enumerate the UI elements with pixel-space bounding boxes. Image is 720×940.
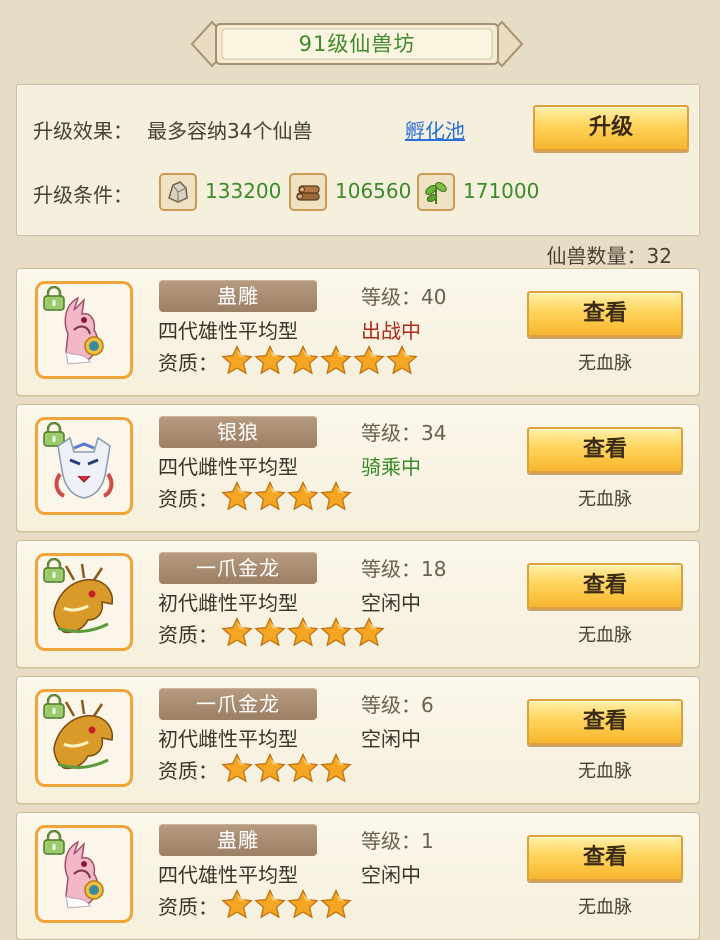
view-button[interactable]: 查看: [527, 699, 683, 745]
star-icon: [221, 617, 253, 647]
star-icon: [320, 889, 352, 919]
dragon-icon: [53, 563, 114, 634]
pet-bloodline: 无血脉: [578, 761, 632, 782]
ore-icon: [159, 173, 197, 211]
herb-amount: 171000: [463, 179, 540, 203]
pet-bloodline: 无血脉: [578, 897, 632, 918]
dragon-icon: [53, 699, 114, 770]
pet-avatar[interactable]: [35, 825, 133, 923]
pet-bloodline: 无血脉: [578, 489, 632, 510]
view-button[interactable]: 查看: [527, 427, 683, 473]
view-button[interactable]: 查看: [527, 835, 683, 881]
pet-level: 等级：34: [361, 421, 447, 445]
pet-avatar[interactable]: [35, 553, 133, 651]
star-icon: [254, 345, 286, 375]
star-icon: [353, 617, 385, 647]
pet-name: 一爪金龙: [159, 688, 317, 720]
pet-level: 等级：1: [361, 829, 434, 853]
pet-status: 骑乘中: [361, 455, 421, 479]
star-icon: [221, 345, 253, 375]
pet-card: 一爪金龙 初代雌性平均型 资质： 等级：6 空闲中 查看 无血脉: [16, 676, 700, 804]
star-icon: [287, 345, 319, 375]
upgrade-effect-value: 最多容纳34个仙兽: [147, 119, 313, 143]
pet-status: 空闲中: [361, 863, 421, 887]
pet-grade-label: 资质：: [158, 759, 218, 783]
pet-bloodline: 无血脉: [578, 625, 632, 646]
star-icon: [221, 481, 253, 511]
pet-card: 银狼 四代雌性平均型 资质： 等级：34 骑乘中 查看 无血脉: [16, 404, 700, 532]
pet-count: 仙兽数量：32: [546, 244, 672, 268]
pet-grade-label: 资质：: [158, 487, 218, 511]
pet-status: 空闲中: [361, 591, 421, 615]
star-icon: [320, 481, 352, 511]
pet-level: 等级：18: [361, 557, 447, 581]
star-icon: [254, 481, 286, 511]
pet-name: 一爪金龙: [159, 552, 317, 584]
star-icon: [386, 345, 418, 375]
pet-level: 等级：6: [361, 693, 434, 717]
eagle-beast-icon: [64, 296, 104, 365]
star-icon: [287, 889, 319, 919]
pet-avatar[interactable]: [35, 689, 133, 787]
pet-type: 四代雌性平均型: [158, 455, 298, 479]
pet-type: 四代雄性平均型: [158, 319, 298, 343]
ore-amount: 133200: [205, 179, 282, 203]
star-icon: [254, 617, 286, 647]
title-banner: 91级仙兽坊: [190, 18, 524, 70]
upgrade-button[interactable]: 升级: [533, 105, 689, 151]
pet-grade-label: 资质：: [158, 895, 218, 919]
star-icon: [254, 753, 286, 783]
view-button[interactable]: 查看: [527, 291, 683, 337]
star-icon: [320, 617, 352, 647]
pet-name: 蛊雕: [159, 280, 317, 312]
eagle-beast-icon: [64, 840, 104, 909]
wood-icon: [289, 173, 327, 211]
upgrade-condition-label: 升级条件：: [33, 183, 133, 207]
pet-status: 出战中: [361, 319, 421, 343]
star-icon: [221, 753, 253, 783]
pet-grade-label: 资质：: [158, 623, 218, 647]
star-icon: [353, 345, 385, 375]
pet-card: 蛊雕 四代雄性平均型 资质： 等级：1 空闲中 查看 无血脉: [16, 812, 700, 940]
pet-card: 蛊雕 四代雄性平均型 资质： 等级：40 出战中 查看 无血脉: [16, 268, 700, 396]
hatching-pool-link[interactable]: 孵化池: [405, 115, 465, 144]
pet-level: 等级：40: [361, 285, 447, 309]
star-icon: [287, 753, 319, 783]
pet-grade-label: 资质：: [158, 351, 218, 375]
upgrade-panel: 升级效果： 最多容纳34个仙兽 孵化池 升级 升级条件： 133200 1065…: [16, 84, 700, 236]
pet-avatar[interactable]: [35, 417, 133, 515]
pet-name: 银狼: [159, 416, 317, 448]
pet-stars: [221, 345, 419, 375]
star-icon: [320, 345, 352, 375]
wolf-icon: [54, 436, 114, 499]
herb-icon: [417, 173, 455, 211]
view-button[interactable]: 查看: [527, 563, 683, 609]
wood-amount: 106560: [335, 179, 412, 203]
star-icon: [221, 889, 253, 919]
pet-bloodline: 无血脉: [578, 353, 632, 374]
pet-type: 四代雄性平均型: [158, 863, 298, 887]
pet-avatar[interactable]: [35, 281, 133, 379]
pet-stars: [221, 481, 353, 511]
pet-card: 一爪金龙 初代雌性平均型 资质： 等级：18 空闲中 查看 无血脉: [16, 540, 700, 668]
pet-stars: [221, 617, 386, 647]
pet-type: 初代雌性平均型: [158, 591, 298, 615]
pet-stars: [221, 753, 353, 783]
pet-status: 空闲中: [361, 727, 421, 751]
upgrade-effect-label: 升级效果：: [33, 119, 133, 143]
page-title: 91级仙兽坊: [298, 32, 416, 56]
star-icon: [320, 753, 352, 783]
pet-stars: [221, 889, 353, 919]
pet-type: 初代雌性平均型: [158, 727, 298, 751]
star-icon: [254, 889, 286, 919]
pet-name: 蛊雕: [159, 824, 317, 856]
star-icon: [287, 617, 319, 647]
star-icon: [287, 481, 319, 511]
